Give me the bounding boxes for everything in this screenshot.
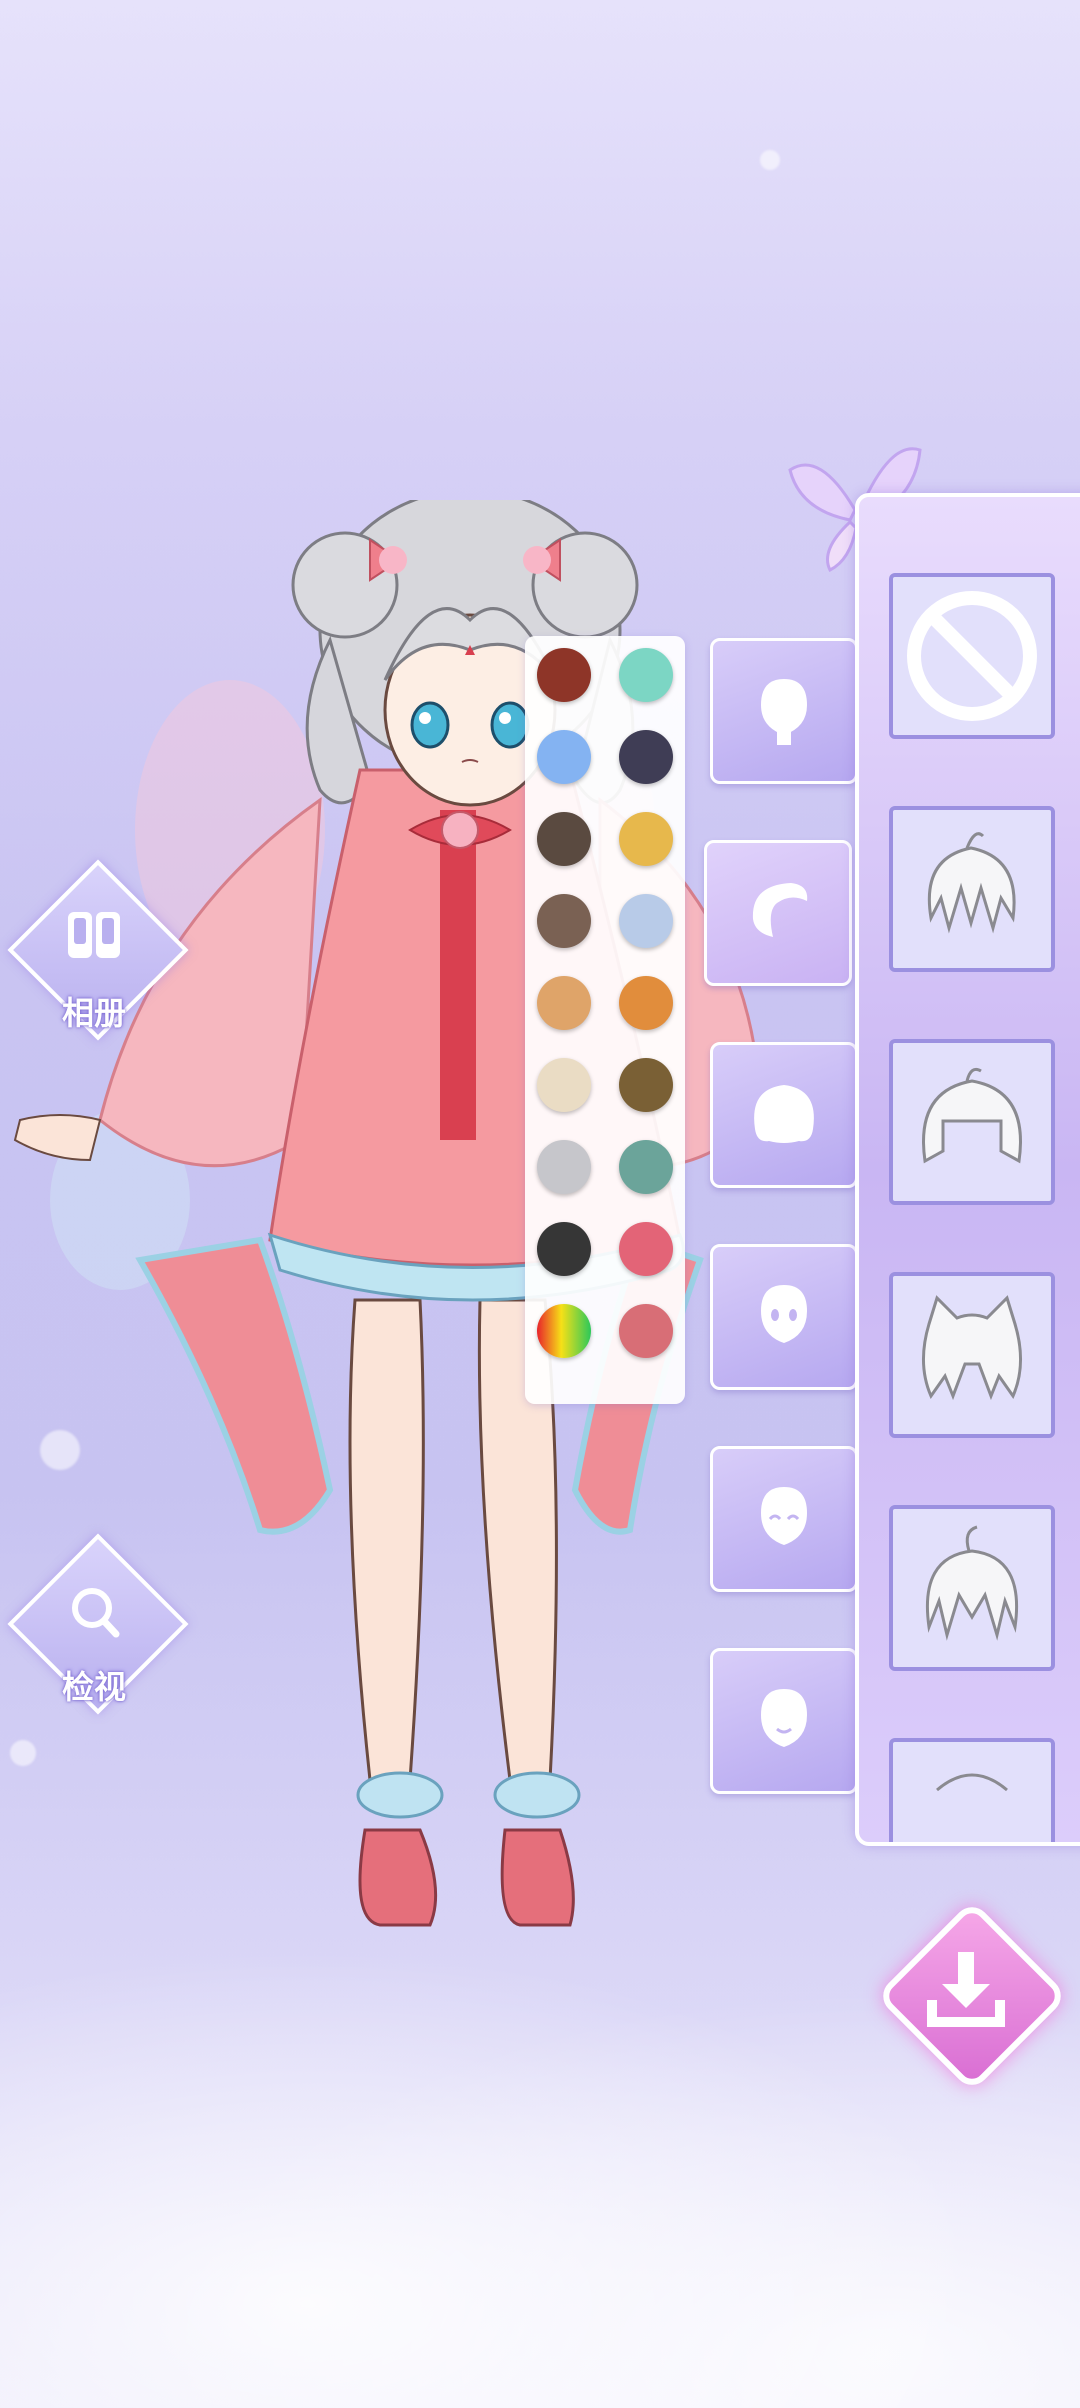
- color-swatch-sky-blue[interactable]: [537, 730, 591, 784]
- none-icon: [907, 591, 1037, 721]
- album-label: 相册: [61, 994, 126, 1032]
- hair-icon: [754, 1085, 814, 1143]
- color-swatch-olive-brown[interactable]: [619, 1058, 673, 1112]
- category-tab-front-hair[interactable]: [704, 840, 852, 986]
- color-swatch-black[interactable]: [537, 1222, 591, 1276]
- smile-face-icon: [761, 1487, 807, 1545]
- category-tab-expression[interactable]: [710, 1446, 858, 1592]
- category-tab-eyes[interactable]: [710, 1244, 858, 1390]
- item-hair-4[interactable]: [889, 1505, 1055, 1671]
- messy-hair-icon: [925, 1525, 1019, 1641]
- head-icon: [761, 679, 807, 745]
- item-hair-1[interactable]: [889, 806, 1055, 972]
- inspect-label: 检视: [61, 1668, 126, 1706]
- color-swatch-teal[interactable]: [619, 1140, 673, 1194]
- mouth-face-icon: [761, 1689, 807, 1747]
- category-tab-mouth[interactable]: [710, 1648, 858, 1794]
- item-hair-3[interactable]: [889, 1272, 1055, 1438]
- color-swatch-custom-gradient[interactable]: [537, 1304, 591, 1358]
- inspect-button[interactable]: 检视: [7, 1533, 189, 1715]
- hair-partial-icon: [936, 1773, 1008, 1792]
- download-button[interactable]: [866, 1890, 1069, 2093]
- category-tab-back-hair[interactable]: [710, 1042, 858, 1188]
- category-tab-face-base[interactable]: [710, 638, 858, 784]
- item-hair-2[interactable]: [889, 1039, 1055, 1205]
- color-swatch-light-blue[interactable]: [619, 894, 673, 948]
- color-swatch-rose[interactable]: [619, 1304, 673, 1358]
- background-sparkle: [760, 150, 780, 170]
- item-hair-5[interactable]: [889, 1738, 1055, 1842]
- color-swatch-tan[interactable]: [537, 976, 591, 1030]
- color-swatch-brown[interactable]: [537, 894, 591, 948]
- bob-hair-icon: [922, 1067, 1022, 1164]
- download-icon: [927, 1952, 1005, 2027]
- spiky-hair-icon: [927, 832, 1016, 934]
- eyes-face-icon: [761, 1285, 807, 1343]
- magnifier-icon: [72, 1588, 120, 1638]
- color-swatch-dark-brown[interactable]: [537, 812, 591, 866]
- color-palette: [525, 636, 685, 1404]
- color-swatch-pink[interactable]: [619, 1222, 673, 1276]
- color-swatch-cream[interactable]: [537, 1058, 591, 1112]
- color-swatch-dark-red[interactable]: [537, 648, 591, 702]
- color-swatch-mint[interactable]: [619, 648, 673, 702]
- bangs-icon: [752, 883, 808, 937]
- album-icon: [68, 912, 120, 958]
- item-none[interactable]: [889, 573, 1055, 739]
- color-swatch-orange[interactable]: [619, 976, 673, 1030]
- album-button[interactable]: 相册: [7, 859, 189, 1041]
- item-selection-panel[interactable]: [855, 493, 1080, 1846]
- cat-ear-hair-icon: [921, 1295, 1023, 1401]
- color-swatch-navy[interactable]: [619, 730, 673, 784]
- color-swatch-gold[interactable]: [619, 812, 673, 866]
- color-swatch-silver[interactable]: [537, 1140, 591, 1194]
